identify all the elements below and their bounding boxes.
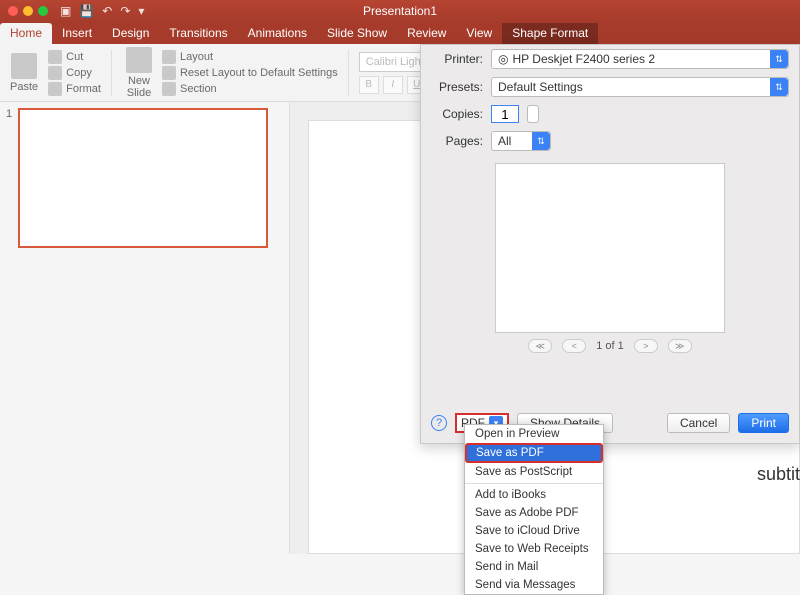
close-window-button[interactable]	[8, 6, 18, 16]
print-preview	[495, 163, 725, 333]
scissors-icon	[48, 50, 62, 64]
zoom-window-button[interactable]	[38, 6, 48, 16]
chevron-updown-icon: ⇅	[770, 78, 788, 96]
printer-value: HP Deskjet F2400 series 2	[512, 52, 655, 66]
italic-button[interactable]: I	[383, 76, 403, 94]
menu-save-to-icloud[interactable]: Save to iCloud Drive	[465, 522, 603, 540]
reset-icon	[162, 66, 176, 80]
chevron-updown-icon: ⇅	[532, 132, 550, 150]
clipboard-icon[interactable]	[11, 53, 37, 79]
section-button[interactable]: Section	[162, 82, 338, 96]
cancel-button[interactable]: Cancel	[667, 413, 730, 433]
paste-label: Paste	[10, 81, 38, 93]
menu-separator	[465, 483, 603, 484]
print-button[interactable]: Print	[738, 413, 789, 433]
chevron-updown-icon: ⇅	[770, 50, 788, 68]
window-titlebar: ▣ 💾 ↶ ↷ ▾ Presentation1	[0, 0, 800, 22]
tab-animations[interactable]: Animations	[238, 23, 317, 44]
copies-stepper[interactable]	[527, 105, 539, 123]
new-slide-group[interactable]: New Slide	[122, 47, 156, 99]
copy-icon	[48, 66, 62, 80]
copies-label: Copies:	[431, 107, 483, 121]
qat-more-icon[interactable]: ▾	[138, 4, 144, 18]
menu-open-preview[interactable]: Open in Preview	[465, 425, 603, 443]
qat-undo-icon[interactable]: ↶	[102, 4, 112, 18]
document-title: Presentation1	[363, 4, 437, 18]
cut-button[interactable]: Cut	[48, 50, 101, 64]
tab-view[interactable]: View	[456, 23, 502, 44]
ribbon-tabs: Home Insert Design Transitions Animation…	[0, 22, 800, 44]
clipboard-actions: Cut Copy Format	[48, 50, 101, 96]
section-icon	[162, 82, 176, 96]
presets-select[interactable]: Default Settings ⇅	[491, 77, 789, 97]
menu-save-as-postscript[interactable]: Save as PostScript	[465, 463, 603, 481]
paste-group: Paste	[6, 53, 42, 93]
menu-save-as-adobe-pdf[interactable]: Save as Adobe PDF	[465, 504, 603, 522]
print-dialog: Printer: ◎ HP Deskjet F2400 series 2 ⇅ P…	[420, 44, 800, 444]
layout-button[interactable]: Layout	[162, 50, 338, 64]
new-slide-label: New Slide	[127, 75, 151, 99]
subtitle-placeholder-text: subtit	[757, 464, 800, 485]
separator	[348, 50, 349, 96]
menu-send-in-mail[interactable]: Send in Mail	[465, 558, 603, 576]
reset-layout-button[interactable]: Reset Layout to Default Settings	[162, 66, 338, 80]
tab-design[interactable]: Design	[102, 23, 159, 44]
layout-icon	[162, 50, 176, 64]
tab-slideshow[interactable]: Slide Show	[317, 23, 397, 44]
presets-value: Default Settings	[498, 80, 583, 94]
menu-save-as-pdf[interactable]: Save as PDF	[465, 443, 603, 463]
tab-review[interactable]: Review	[397, 23, 456, 44]
pages-select[interactable]: All ⇅	[491, 131, 551, 151]
pager-last-button[interactable]: ≫	[668, 339, 692, 353]
tab-shape-format[interactable]: Shape Format	[502, 23, 598, 44]
tab-insert[interactable]: Insert	[52, 23, 102, 44]
slide-thumbnails-pane[interactable]: 1	[0, 102, 290, 554]
pages-label: Pages:	[431, 134, 483, 148]
format-painter-button[interactable]: Format	[48, 82, 101, 96]
menu-save-to-web-receipts[interactable]: Save to Web Receipts	[465, 540, 603, 558]
copy-button[interactable]: Copy	[48, 66, 101, 80]
minimize-window-button[interactable]	[23, 6, 33, 16]
help-button[interactable]: ?	[431, 415, 447, 431]
tab-transitions[interactable]: Transitions	[159, 23, 237, 44]
menu-send-via-messages[interactable]: Send via Messages	[465, 576, 603, 594]
copies-input[interactable]	[491, 105, 519, 123]
bold-button[interactable]: B	[359, 76, 379, 94]
pager-next-button[interactable]: >	[634, 339, 658, 353]
qat-autosave-icon[interactable]: ▣	[60, 4, 71, 18]
preview-pager: ≪ < 1 of 1 > ≫	[421, 339, 799, 353]
printer-label: Printer:	[431, 52, 483, 66]
pager-prev-button[interactable]: <	[562, 339, 586, 353]
new-slide-icon	[126, 47, 152, 73]
slide-actions: Layout Reset Layout to Default Settings …	[162, 50, 338, 96]
slide-thumbnail-1[interactable]	[18, 108, 268, 248]
brush-icon	[48, 82, 62, 96]
separator	[111, 50, 112, 96]
tab-home[interactable]: Home	[0, 23, 52, 44]
printer-select[interactable]: ◎ HP Deskjet F2400 series 2 ⇅	[491, 49, 789, 69]
thumb-index: 1	[6, 108, 12, 248]
qat-redo-icon[interactable]: ↷	[120, 4, 130, 18]
pdf-dropdown-menu: Open in Preview Save as PDF Save as Post…	[464, 424, 604, 595]
quick-access-toolbar: ▣ 💾 ↶ ↷ ▾	[60, 4, 144, 18]
presets-label: Presets:	[431, 80, 483, 94]
qat-save-icon[interactable]: 💾	[79, 4, 94, 18]
pager-first-button[interactable]: ≪	[528, 339, 552, 353]
pager-label: 1 of 1	[596, 340, 624, 352]
menu-add-to-ibooks[interactable]: Add to iBooks	[465, 486, 603, 504]
pages-value: All	[498, 134, 511, 148]
window-controls	[0, 6, 48, 16]
